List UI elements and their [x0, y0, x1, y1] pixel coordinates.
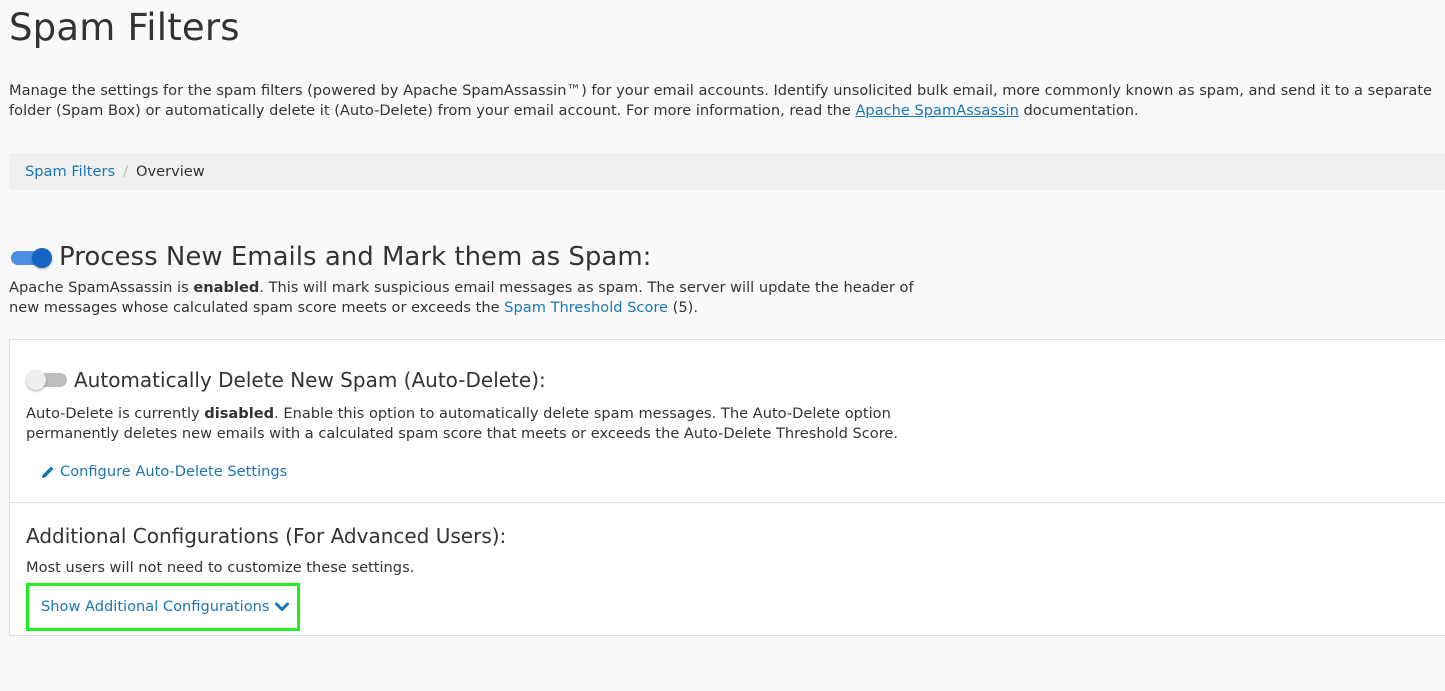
chevron-down-icon	[274, 602, 289, 611]
show-additional-highlight: Show Additional Configurations	[26, 583, 300, 631]
breadcrumb-separator: /	[123, 163, 128, 180]
configure-auto-delete-label: Configure Auto-Delete Settings	[60, 463, 288, 480]
show-additional-label: Show Additional Configurations	[41, 598, 270, 615]
intro-text: Manage the settings for the spam filters…	[9, 82, 1433, 119]
additional-config-heading: Additional Configurations (For Advanced …	[26, 524, 507, 548]
pencil-icon	[42, 466, 54, 478]
spam-filters-page: Spam Filters Manage the settings for the…	[0, 0, 1445, 691]
auto-delete-status: disabled	[204, 405, 275, 422]
spam-options-panel: Automatically Delete New Spam (Auto-Dele…	[9, 339, 1445, 636]
intro-text-end: documentation.	[1018, 101, 1139, 119]
process-spam-description: Apache SpamAssassin is enabled. This wil…	[9, 278, 929, 317]
page-intro: Manage the settings for the spam filters…	[9, 81, 1439, 120]
toggle-knob	[32, 248, 52, 268]
threshold-value: (5).	[668, 298, 698, 316]
auto-delete-heading: Automatically Delete New Spam (Auto-Dele…	[74, 368, 546, 392]
process-status: enabled	[193, 279, 260, 296]
spam-threshold-score-link[interactable]: Spam Threshold Score	[504, 299, 668, 316]
process-spam-toggle[interactable]	[11, 248, 52, 268]
breadcrumb-spam-filters[interactable]: Spam Filters	[25, 163, 115, 180]
auto-delete-text: Auto-Delete is currently	[26, 405, 205, 422]
breadcrumb: Spam Filters / Overview	[9, 153, 1445, 190]
process-spam-heading: Process New Emails and Mark them as Spam…	[59, 242, 652, 272]
additional-config-description: Most users will not need to customize th…	[26, 559, 415, 576]
page-title: Spam Filters	[9, 6, 240, 49]
breadcrumb-current: Overview	[136, 163, 205, 180]
auto-delete-description: Auto-Delete is currently disabled. Enabl…	[26, 404, 976, 443]
panel-divider	[10, 502, 1445, 503]
toggle-knob	[26, 370, 46, 390]
process-text: Apache SpamAssassin is	[9, 279, 194, 296]
auto-delete-toggle[interactable]	[26, 370, 67, 390]
apache-spamassassin-link[interactable]: Apache SpamAssassin	[855, 102, 1018, 119]
configure-auto-delete-link[interactable]: Configure Auto-Delete Settings	[40, 463, 287, 480]
show-additional-configurations-link[interactable]: Show Additional Configurations	[41, 598, 289, 615]
